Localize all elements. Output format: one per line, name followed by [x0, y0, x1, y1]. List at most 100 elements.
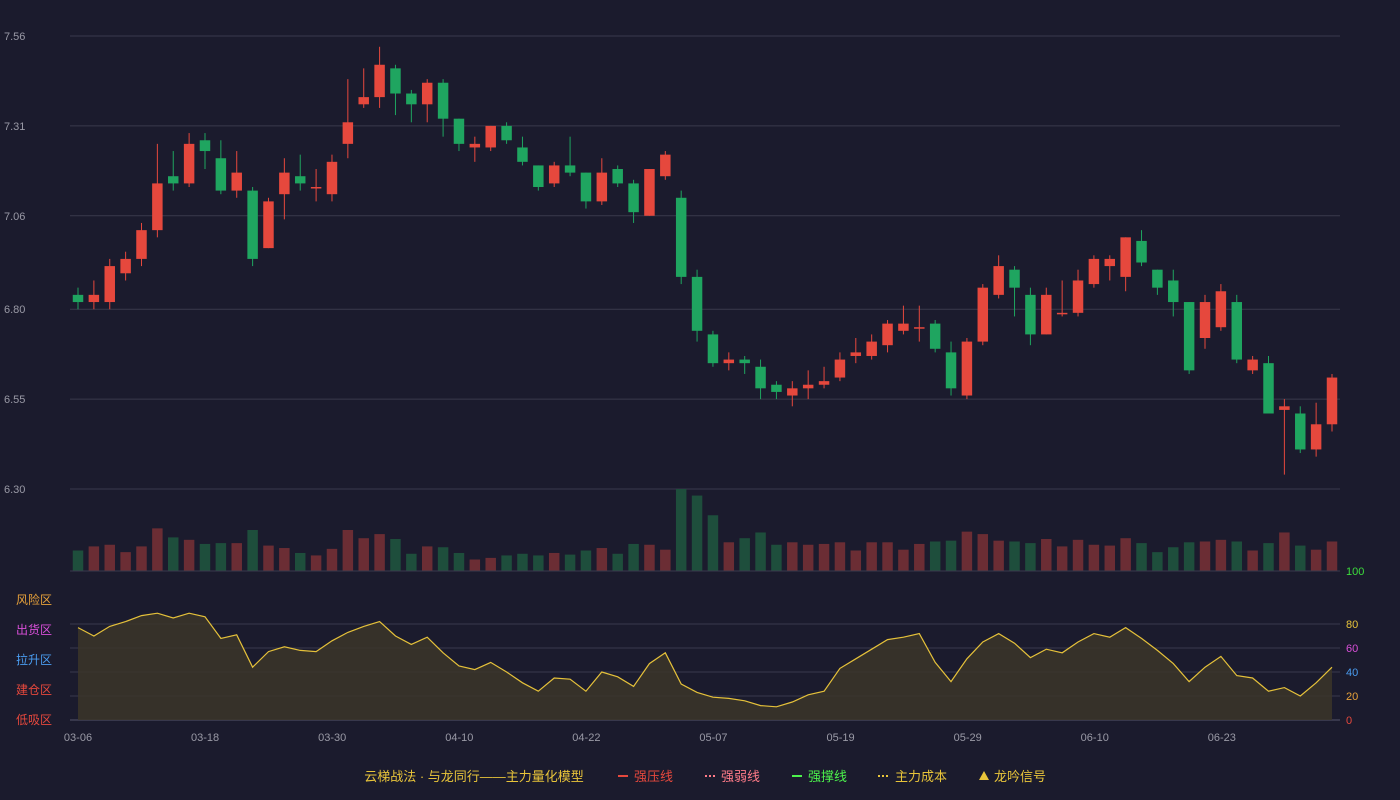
volume-bar — [310, 555, 322, 571]
stock-chart: 7.56 7.31 7.06 6.80 6.55 6.30 100 80 60 40 20 0 风险区… — [4, 31, 1364, 784]
candle-body — [850, 352, 862, 356]
date-tick-label: 03-18 — [191, 732, 219, 744]
volume-bar — [739, 538, 750, 571]
candle-body — [453, 118, 465, 144]
candle-body — [564, 165, 576, 173]
candle-body — [1310, 424, 1322, 450]
candle-body — [247, 190, 258, 259]
candle-body — [406, 93, 417, 105]
candle-body — [914, 327, 925, 329]
volume-bar — [279, 548, 290, 571]
volume-bar — [215, 543, 227, 571]
volume-bar — [882, 542, 893, 571]
candle-body — [136, 230, 147, 259]
volume-bar — [1183, 542, 1195, 571]
date-tick-label: 04-22 — [572, 732, 600, 744]
legend-item-dragon-signal: 龙吟信号 — [994, 769, 1046, 784]
price-tick-label: 7.56 — [4, 31, 25, 43]
oscillator-zone-label: 低吸区 — [16, 713, 52, 727]
candle-body — [755, 366, 766, 389]
volume-bar — [1009, 541, 1020, 571]
price-tick-label: 6.30 — [4, 484, 25, 496]
candle-body — [1263, 363, 1274, 414]
volume-bar — [183, 539, 195, 571]
oscillator-area — [78, 613, 1332, 720]
candle-body — [771, 384, 782, 392]
candle-body — [802, 384, 814, 389]
volume-bar — [723, 542, 735, 571]
volume-bar — [168, 537, 179, 571]
candle-body — [660, 154, 671, 177]
volume-bar — [945, 540, 957, 571]
legend-title: 云梯战法 · 与龙同行——主力量化模型 — [364, 769, 584, 784]
volume-bar — [88, 546, 100, 571]
volume-bar — [533, 555, 544, 571]
volume-bar — [1025, 543, 1036, 571]
date-tick-label: 06-10 — [1081, 732, 1109, 744]
volume-bar — [199, 543, 211, 571]
candle-body — [390, 68, 401, 94]
candle-body — [723, 359, 735, 364]
candle-body — [1104, 258, 1116, 267]
candle-body — [358, 97, 369, 105]
oscillator-tick-label: 80 — [1346, 619, 1358, 631]
oscillator-zone-label: 拉升区 — [16, 652, 52, 667]
volume-bar — [326, 548, 338, 571]
volume-bar — [421, 546, 433, 571]
candle-body — [691, 276, 703, 331]
candle-body — [596, 172, 608, 202]
candle-body — [263, 201, 274, 249]
volume-bar — [802, 544, 814, 571]
price-tick-label: 6.55 — [4, 394, 25, 406]
volume-bar — [961, 531, 973, 571]
candle-body — [501, 125, 512, 141]
date-tick-label: 05-19 — [826, 732, 854, 744]
candle-body — [1072, 280, 1084, 313]
candle-body — [199, 140, 211, 152]
volume-bar — [1215, 539, 1227, 571]
volume-bar — [929, 541, 941, 571]
candle-body — [1041, 294, 1052, 335]
candle-body — [310, 187, 322, 189]
candle-body — [374, 64, 385, 98]
candle-body — [1199, 302, 1211, 338]
volume-bar — [485, 557, 496, 571]
volume-bar — [1326, 541, 1338, 571]
date-tick-label: 03-30 — [318, 732, 346, 744]
oscillator-tick-label: 60 — [1346, 643, 1358, 655]
volume-bar — [691, 495, 703, 571]
candle-body — [612, 169, 623, 184]
candle-body — [1009, 269, 1020, 288]
volume-bar — [453, 552, 465, 571]
date-tick-label: 05-29 — [954, 732, 982, 744]
candle-body — [88, 294, 100, 303]
candle-body — [675, 197, 687, 277]
volume-bar — [469, 559, 481, 571]
volume-series — [72, 489, 1338, 571]
candle-body — [1088, 258, 1100, 285]
candle-body — [707, 334, 719, 364]
candle-body — [215, 158, 227, 191]
candle-body — [1056, 312, 1068, 315]
candle-body — [517, 147, 528, 162]
candle-body — [993, 266, 1004, 295]
candle-body — [120, 258, 131, 274]
volume-bar — [72, 550, 84, 571]
volume-bar — [548, 552, 560, 571]
candle-body — [1247, 359, 1258, 371]
volume-bar — [501, 555, 512, 571]
candle-body — [1295, 413, 1306, 450]
volume-bar — [898, 549, 909, 571]
triangle-icon — [979, 771, 989, 780]
volume-bar — [374, 534, 385, 571]
candle-body — [1215, 291, 1227, 328]
volume-bar — [1247, 550, 1258, 571]
legend-item-strong-support: 强撑线 — [808, 769, 847, 784]
candle-body — [1326, 377, 1338, 425]
candle-body — [72, 294, 84, 303]
volume-bar — [231, 543, 242, 571]
candle-body — [1136, 240, 1147, 263]
volume-bar — [1199, 541, 1211, 571]
date-axis-labels: 03-06 03-18 03-30 04-10 04-22 05-07 05-19 05-29… — [64, 732, 1236, 744]
candle-body — [977, 287, 989, 342]
